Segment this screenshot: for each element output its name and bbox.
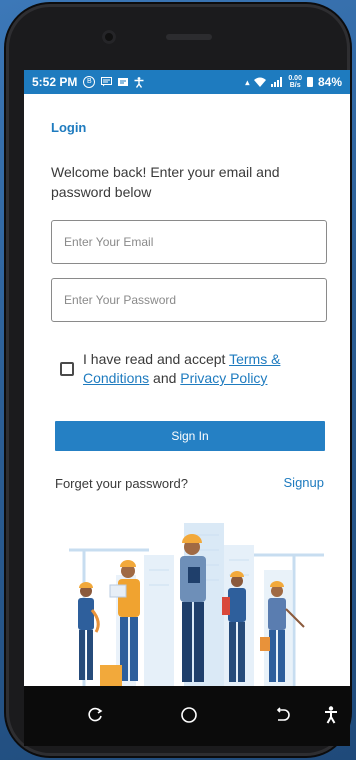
wifi-icon (254, 77, 267, 87)
status-right: ▴ 0.00 B/s 84% (245, 75, 342, 89)
b-circle-icon: B (83, 76, 96, 88)
construction-workers-illustration (69, 523, 324, 686)
terms-row: I have read and accept Terms & Condition… (60, 350, 340, 388)
signal-icon (271, 77, 283, 87)
net-speed: 0.00 B/s (288, 75, 302, 89)
signup-link[interactable]: Signup (284, 475, 324, 490)
alarm-icon: ▴ (245, 77, 250, 87)
back-icon[interactable] (268, 700, 298, 730)
phone-frame: 5:52 PM B ▴ 0.00 B/s 84% Login Welcome b… (6, 4, 350, 756)
forgot-password-link[interactable]: Forget your password? (55, 476, 188, 491)
app-screen: 5:52 PM B ▴ 0.00 B/s 84% Login Welcome b… (24, 70, 350, 746)
password-field[interactable] (51, 278, 327, 322)
terms-text: I have read and accept Terms & Condition… (83, 350, 340, 388)
terms-and: and (149, 370, 181, 386)
android-nav-bar (24, 686, 350, 746)
recent-apps-icon[interactable] (80, 700, 110, 730)
earpiece-speaker (166, 34, 212, 40)
b-badge-text: B (83, 76, 96, 88)
battery-percent: 84% (317, 75, 342, 89)
welcome-text: Welcome back! Enter your email and passw… (51, 164, 280, 200)
status-time: 5:52 PM (32, 75, 78, 89)
net-speed-value: 0.00 (288, 75, 302, 82)
toolbox (100, 665, 122, 686)
page-title: Login (51, 120, 87, 135)
subtitles-icon (118, 76, 129, 88)
accessibility-icon (134, 76, 144, 88)
net-speed-unit: B/s (289, 82, 301, 89)
front-camera (102, 30, 116, 44)
email-field[interactable] (51, 220, 327, 264)
home-icon[interactable] (174, 700, 204, 730)
worker-left (78, 582, 100, 680)
battery-icon (306, 77, 313, 87)
terms-checkbox[interactable] (60, 362, 74, 376)
privacy-link[interactable]: Privacy Policy (180, 370, 267, 386)
nav-accessibility-icon[interactable] (316, 700, 346, 730)
status-bar: 5:52 PM B ▴ 0.00 B/s 84% (24, 70, 350, 94)
sign-in-button[interactable]: Sign In (55, 421, 325, 451)
terms-prefix: I have read and accept (83, 351, 230, 367)
message-icon (101, 76, 113, 88)
